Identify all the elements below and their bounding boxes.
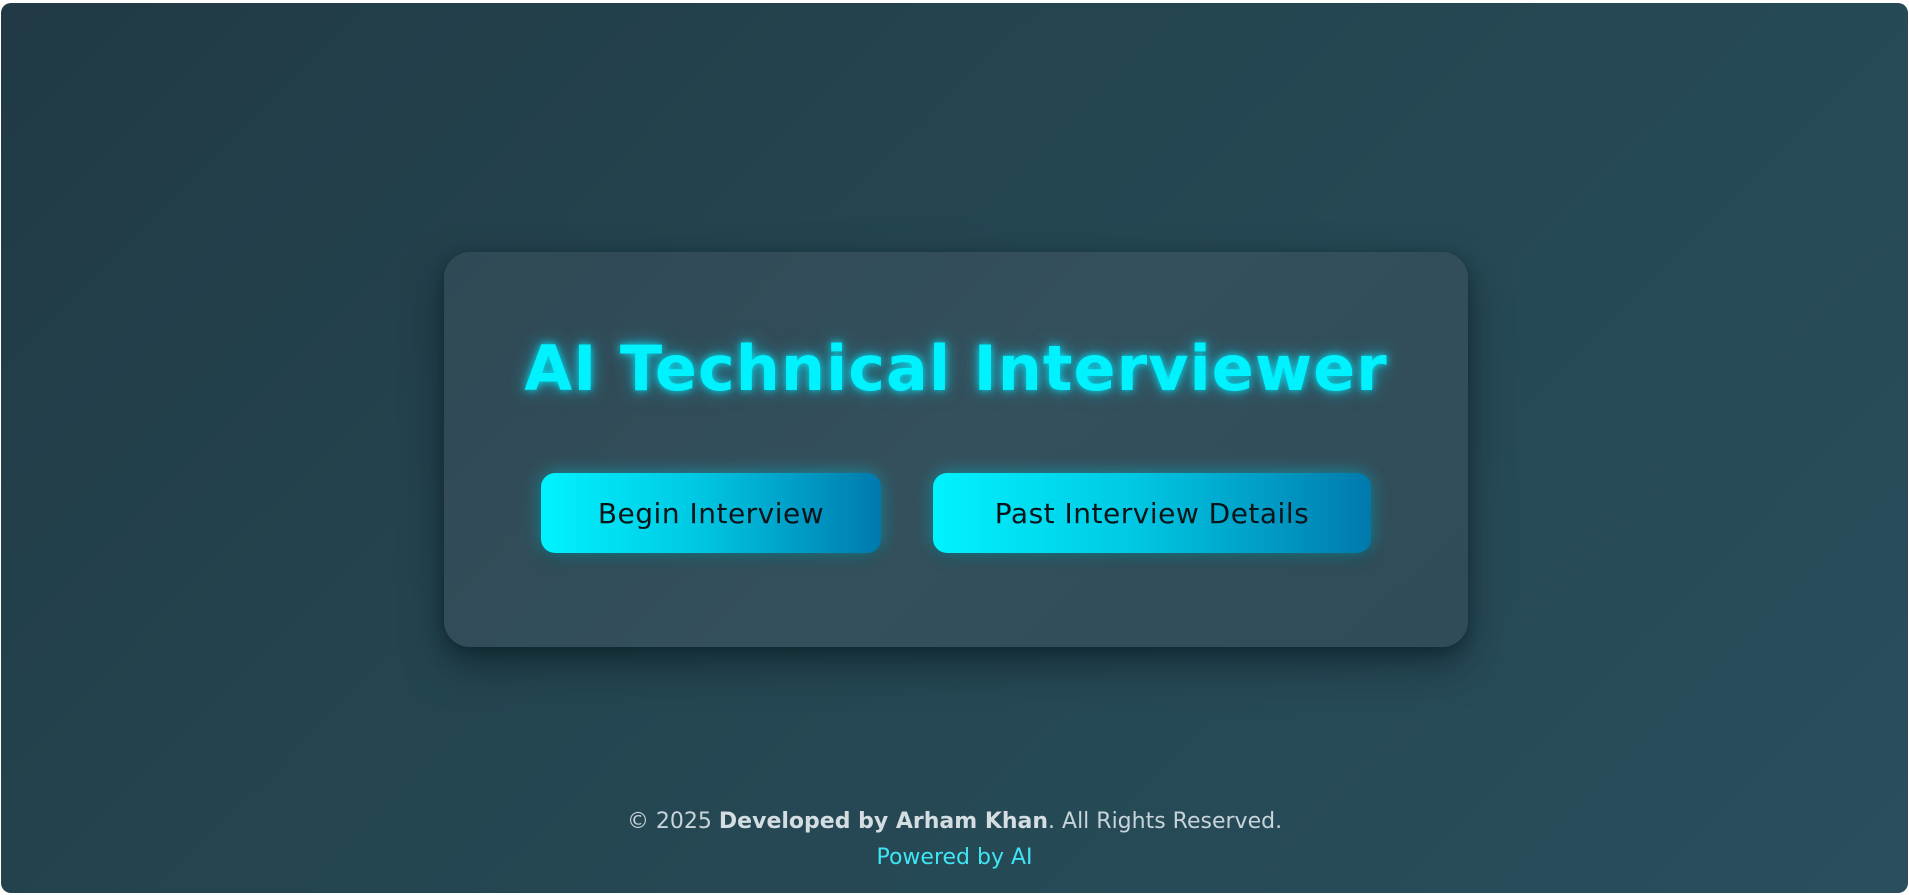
- main-card: AI Technical Interviewer Begin Interview…: [444, 252, 1468, 647]
- footer-copyright: © 2025 Developed by Arham Khan. All Righ…: [1, 809, 1908, 834]
- copyright-prefix: © 2025: [626, 809, 719, 834]
- past-interview-details-button[interactable]: Past Interview Details: [933, 473, 1371, 553]
- powered-by-text: Powered by AI: [876, 845, 1033, 870]
- app-background: AI Technical Interviewer Begin Interview…: [1, 3, 1908, 893]
- page-title: AI Technical Interviewer: [524, 332, 1388, 405]
- rights-text: . All Rights Reserved.: [1048, 809, 1283, 834]
- developer-credit: Developed by Arham Khan: [718, 809, 1049, 834]
- begin-interview-button[interactable]: Begin Interview: [541, 473, 881, 553]
